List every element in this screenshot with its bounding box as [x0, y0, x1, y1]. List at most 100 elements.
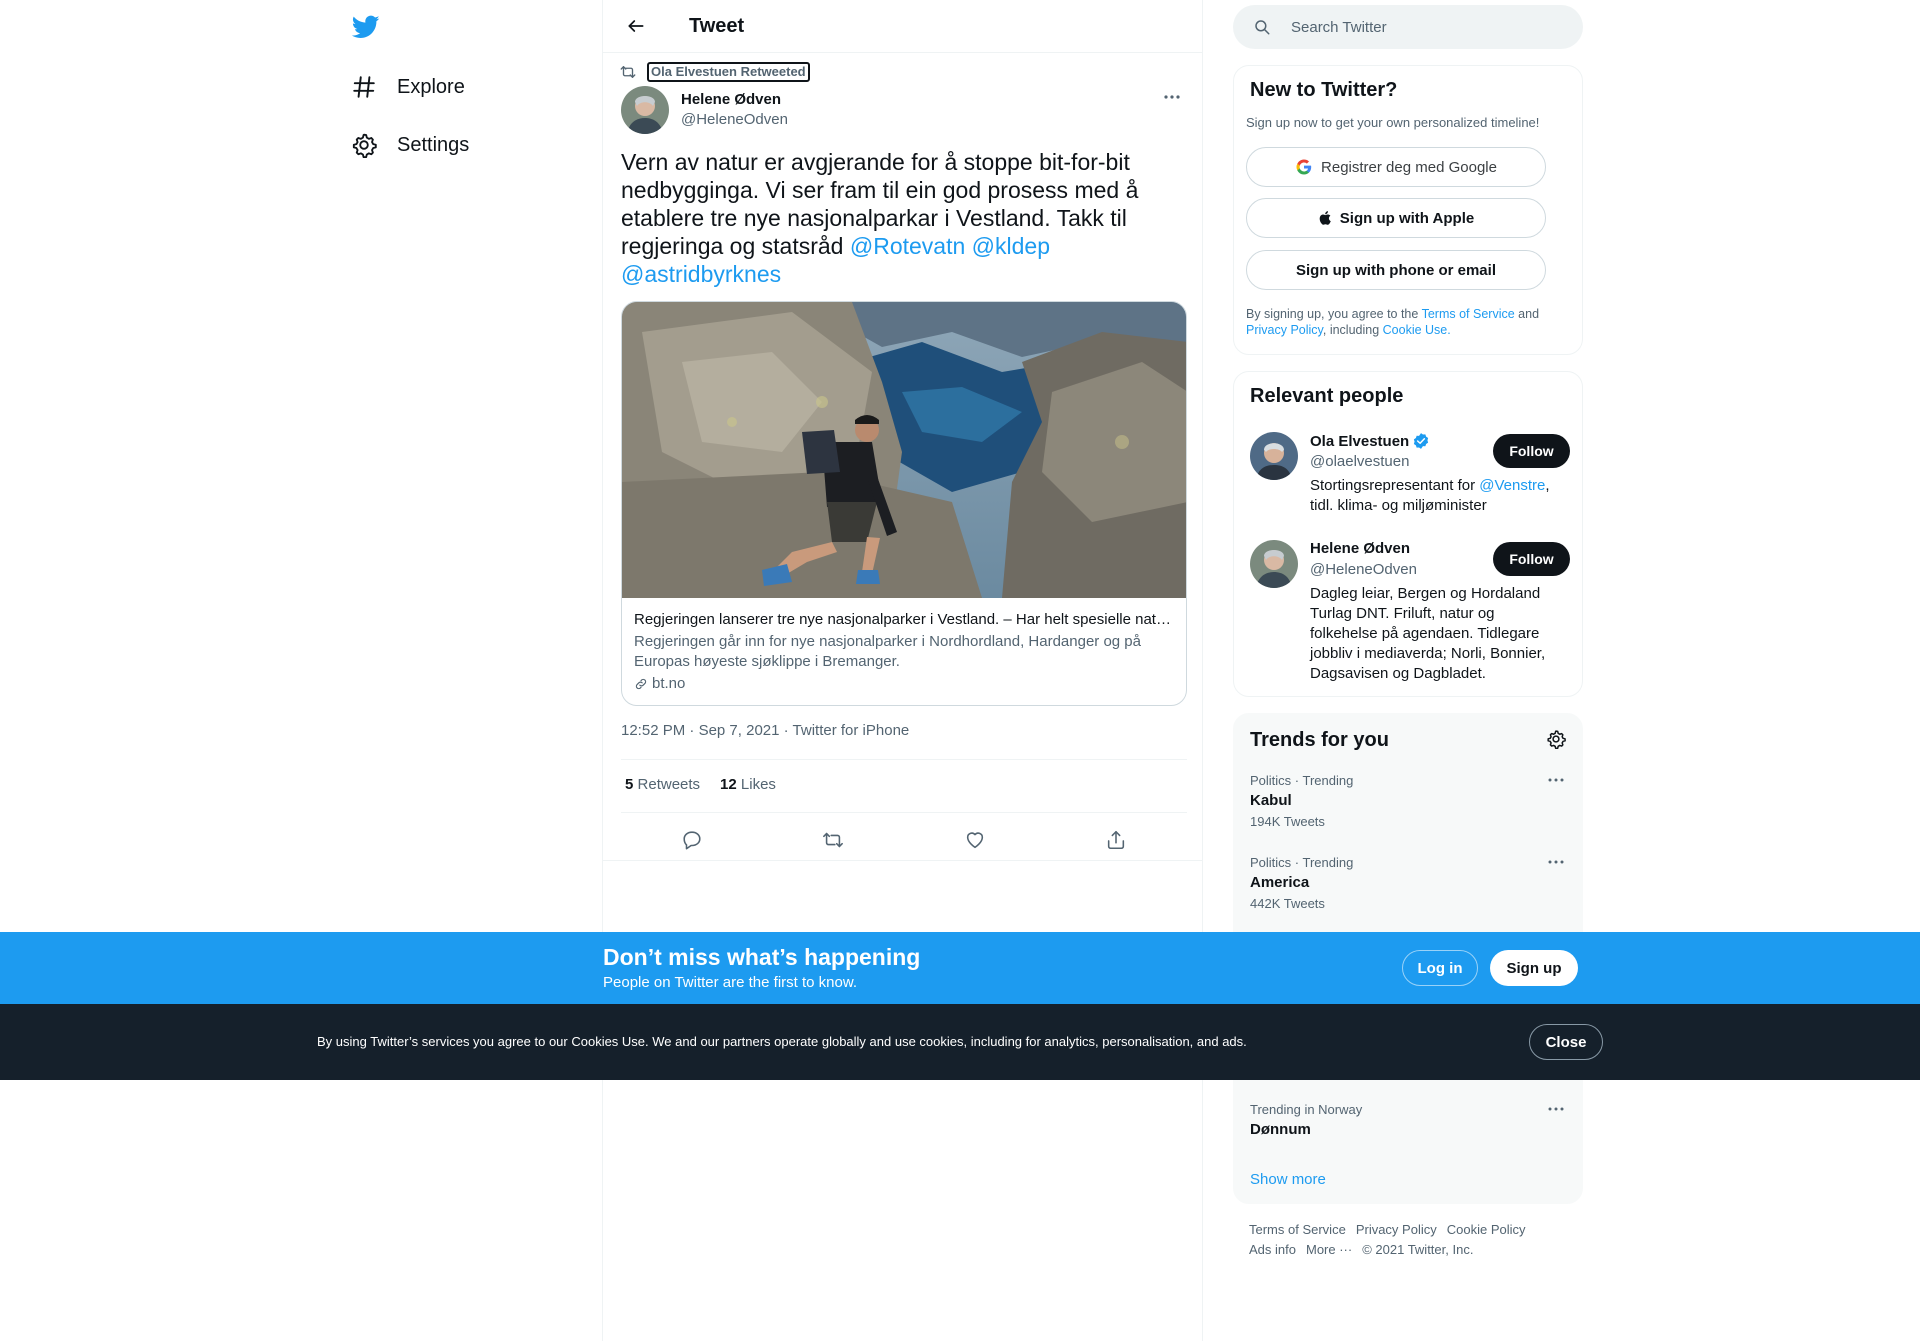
tweet-meta: 12:52 PM · Sep 7, 2021 · Twitter for iPh… — [621, 722, 910, 739]
privacy-link[interactable]: Privacy Policy — [1246, 323, 1323, 337]
heart-icon — [966, 832, 983, 849]
likes-label: Likes — [740, 776, 776, 793]
reply-icon — [683, 831, 701, 850]
share-icon — [1108, 830, 1125, 850]
avatar[interactable] — [1250, 432, 1298, 480]
card-domain: bt.no — [634, 674, 1174, 694]
signup-button[interactable]: Sign up — [1490, 950, 1578, 986]
login-banner-title: Don’t miss what’s happening — [603, 944, 921, 970]
apple-icon — [1318, 209, 1334, 227]
tweet-actions — [621, 822, 1187, 858]
more-options-icon[interactable] — [1546, 855, 1566, 869]
trend-item[interactable]: Trending in Norway Dønnum — [1250, 1102, 1566, 1140]
google-signup-button[interactable]: Registrer deg med Google — [1246, 147, 1546, 187]
person-name[interactable]: Ola Elvestuen — [1310, 432, 1430, 450]
person-handle[interactable]: @HeleneOdven — [1310, 561, 1417, 578]
mention-kldep[interactable]: @kldep — [972, 233, 1050, 259]
main-column: Tweet Ola Elvestuen Retweeted Helene Ødv… — [602, 0, 1203, 1341]
nav-item-settings[interactable]: Settings — [351, 125, 469, 165]
like-button[interactable] — [957, 822, 993, 858]
login-button[interactable]: Log in — [1402, 950, 1478, 986]
search-input[interactable] — [1291, 18, 1541, 36]
mention-venstre[interactable]: @Venstre — [1479, 477, 1545, 494]
footer-more-link[interactable]: More ··· — [1306, 1242, 1352, 1257]
follow-button[interactable]: Follow — [1493, 542, 1570, 576]
new-to-twitter-subtitle: Sign up now to get your own personalized… — [1246, 115, 1540, 130]
likes-stat[interactable]: 12 Likes — [720, 776, 776, 793]
trend-item[interactable]: Politics · Trending Kabul 194K Tweets — [1250, 773, 1566, 830]
back-button[interactable] — [619, 9, 653, 43]
footer-cookie-link[interactable]: Cookie Policy — [1447, 1222, 1526, 1237]
retweet-button[interactable] — [815, 822, 851, 858]
person-name-text: Ola Elvestuen — [1310, 432, 1410, 450]
google-signup-label: Registrer deg med Google — [1321, 158, 1497, 176]
retweet-icon — [619, 63, 637, 81]
card-description: Regjeringen går inn for nye nasjonalpark… — [634, 633, 1141, 670]
trend-item[interactable]: Politics · Trending America 442K Tweets — [1250, 855, 1566, 912]
mention-rotevatn[interactable]: @Rotevatn — [850, 233, 965, 259]
divider — [603, 860, 1203, 861]
gear-icon[interactable] — [1546, 729, 1566, 749]
legal-prefix: By signing up, you agree to the — [1246, 307, 1422, 321]
author-name[interactable]: Helene Ødven — [681, 90, 788, 110]
terms-link[interactable]: Terms of Service — [1422, 307, 1515, 321]
bio-prefix: Stortingsrepresentant for — [1310, 477, 1480, 494]
google-icon — [1295, 158, 1313, 176]
show-more-link[interactable]: Show more — [1250, 1171, 1326, 1188]
avatar[interactable] — [1250, 540, 1298, 588]
tweet-source[interactable]: Twitter for iPhone — [793, 722, 910, 739]
tweet-date[interactable]: Sep 7, 2021 — [699, 722, 780, 739]
footer-privacy-link[interactable]: Privacy Policy — [1356, 1222, 1437, 1237]
divider — [621, 759, 1187, 760]
likes-count: 12 — [720, 776, 737, 793]
author-avatar[interactable] — [621, 86, 669, 134]
phone-signup-button[interactable]: Sign up with phone or email — [1246, 250, 1546, 290]
person-handle[interactable]: @olaelvestuen — [1310, 453, 1409, 470]
person-bio: Dagleg leiar, Bergen og Hordaland Turlag… — [1310, 585, 1546, 682]
tweet-time[interactable]: 12:52 PM — [621, 722, 685, 739]
close-button[interactable]: Close — [1529, 1024, 1603, 1060]
cookie-banner: By using Twitter’s services you agree to… — [0, 1004, 1920, 1080]
person-bio: Stortingsrepresentant for @Venstre, tidl… — [1310, 476, 1560, 516]
footer-ads-link[interactable]: Ads info — [1249, 1242, 1296, 1257]
reply-button[interactable] — [674, 822, 710, 858]
retweeted-by-link[interactable]: Ola Elvestuen Retweeted — [647, 62, 810, 82]
search-icon — [1253, 18, 1271, 36]
card-title: Regjeringen lanserer tre nye nasjonalpar… — [634, 611, 1174, 628]
trend-name: America — [1250, 874, 1310, 891]
main-header: Tweet — [603, 0, 1202, 53]
trend-category: Politics · Trending — [1250, 855, 1354, 870]
cookie-use-link[interactable]: Cookie Use. — [1383, 323, 1451, 337]
nav-item-explore[interactable]: Explore — [351, 67, 465, 107]
hashtag-icon — [351, 74, 377, 100]
page-title: Tweet — [689, 14, 745, 37]
link-icon — [634, 677, 648, 691]
share-button[interactable] — [1098, 822, 1134, 858]
twitter-logo-icon[interactable] — [351, 13, 381, 41]
trend-category: Trending in Norway — [1250, 1102, 1363, 1117]
more-options-icon[interactable] — [1546, 1102, 1566, 1116]
more-options-icon[interactable] — [1160, 88, 1184, 106]
legal-including: , including — [1322, 323, 1383, 337]
tweet-author[interactable]: Helene Ødven @HeleneOdven — [621, 86, 788, 134]
author-handle[interactable]: @HeleneOdven — [681, 110, 788, 130]
person-name[interactable]: Helene Ødven — [1310, 540, 1410, 557]
retweets-count: 5 — [625, 776, 634, 793]
login-banner: Don’t miss what’s happening People on Tw… — [0, 932, 1920, 1004]
retweets-stat[interactable]: 5 Retweets — [625, 776, 700, 793]
footer-terms-link[interactable]: Terms of Service — [1249, 1222, 1346, 1237]
apple-signup-button[interactable]: Sign up with Apple — [1246, 198, 1546, 238]
login-banner-subtitle: People on Twitter are the first to know. — [603, 974, 858, 991]
relevant-people-box: Relevant people Ola Elvestuen @olaelvest… — [1233, 371, 1583, 697]
gear-icon — [351, 132, 377, 158]
new-to-twitter-box: New to Twitter? Sign up now to get your … — [1233, 65, 1583, 355]
more-options-icon[interactable] — [1546, 773, 1566, 787]
link-card[interactable]: Regjeringen lanserer tre nye nasjonalpar… — [621, 301, 1187, 706]
follow-button[interactable]: Follow — [1493, 434, 1570, 468]
card-domain-text: bt.no — [652, 675, 686, 692]
search-bar[interactable] — [1233, 5, 1583, 49]
retweet-context: Ola Elvestuen Retweeted — [619, 62, 810, 82]
mention-astridbyrknes[interactable]: @astridbyrknes — [621, 261, 781, 287]
new-to-twitter-title: New to Twitter? — [1250, 79, 1398, 101]
trend-count: 442K Tweets — [1250, 896, 1325, 911]
